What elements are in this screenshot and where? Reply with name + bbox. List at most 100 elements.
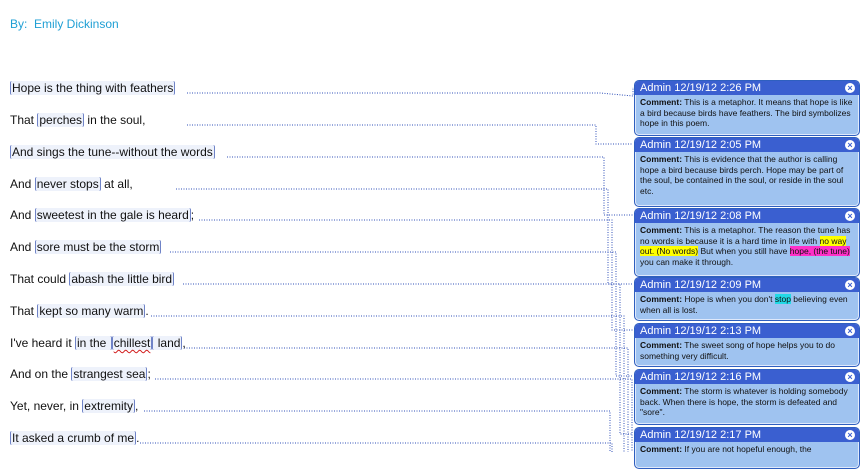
poem-text: .	[136, 431, 140, 445]
poem-text: ,	[182, 336, 186, 350]
connector-line	[144, 410, 611, 452]
connector-line	[170, 251, 633, 377]
poem-line[interactable]: And sore must be the storm	[10, 239, 162, 255]
poem-line[interactable]: And never stops at all,	[10, 176, 133, 192]
comment-text: Comment: This is a metaphor. The reason …	[635, 223, 859, 269]
comment-text: Comment: The storm is whatever is holdin…	[635, 384, 859, 420]
connector-line	[155, 378, 633, 452]
comment-author-timestamp: Admin 12/19/12 2:13 PM	[640, 325, 762, 337]
comment-author-timestamp: Admin 12/19/12 2:17 PM	[640, 429, 762, 441]
poem-text: That	[10, 304, 38, 318]
close-icon[interactable]: ×	[845, 430, 855, 440]
comment-header: Admin 12/19/12 2:17 PM ×	[635, 428, 859, 442]
comment-text: Comment: Hope is when you don't stop bel…	[635, 292, 859, 317]
comment-body-text: If you are not hopeful enough, the	[682, 444, 812, 454]
close-icon[interactable]: ×	[845, 140, 855, 150]
comment-anchor-text[interactable]: It asked a crumb of me	[10, 431, 137, 445]
poem-line[interactable]: That kept so many warm.	[10, 303, 149, 319]
comment-balloon[interactable]: Admin 12/19/12 2:09 PM × Comment: Hope is …	[634, 277, 860, 321]
comment-header: Admin 12/19/12 2:13 PM ×	[635, 324, 859, 338]
comment-anchor-text[interactable]: perches	[37, 113, 85, 127]
poem-text: And	[10, 240, 35, 254]
comment-header: Admin 12/19/12 2:05 PM ×	[635, 138, 859, 152]
poem-line[interactable]: It asked a crumb of me.	[10, 430, 139, 446]
comment-text: Comment: If you are not hopeful enough, …	[635, 442, 859, 457]
comment-text: Comment: This is evidence that the autho…	[635, 152, 859, 198]
comment-anchor-text[interactable]: kept so many warm	[37, 304, 146, 318]
connector-line	[176, 188, 633, 285]
poem-text: And	[10, 177, 35, 191]
poem-line[interactable]: And sweetest in the gale is heard;	[10, 207, 194, 223]
poem-line[interactable]: That perches in the soul,	[10, 112, 145, 128]
close-icon[interactable]: ×	[845, 280, 855, 290]
poem-text: Yet, never, in	[10, 399, 83, 413]
poem-text: in the soul,	[84, 113, 146, 127]
comment-author-timestamp: Admin 12/19/12 2:09 PM	[640, 279, 762, 291]
connector-line	[227, 156, 633, 216]
comment-label: Comment:	[640, 154, 683, 164]
close-icon[interactable]: ×	[845, 372, 855, 382]
document-page: By: Emily Dickinson Hope is the thing wi…	[0, 0, 864, 469]
highlighted-text: stop	[774, 294, 791, 304]
comment-anchor-text[interactable]: And sings the tune--without the words	[10, 145, 215, 159]
connector-line	[187, 87, 634, 97]
connector-line	[199, 219, 633, 331]
comment-author-timestamp: Admin 12/19/12 2:26 PM	[640, 82, 762, 94]
comment-balloon[interactable]: Admin 12/19/12 2:05 PM × Comment: This is …	[634, 137, 860, 207]
comment-anchor-text[interactable]: never stops	[34, 177, 101, 191]
comment-anchor-text[interactable]: land	[152, 336, 183, 350]
poem-line[interactable]: Hope is the thing with feathers	[10, 80, 176, 96]
close-icon[interactable]: ×	[845, 326, 855, 336]
poem-line[interactable]: I've heard it in the chillest land,	[10, 335, 186, 351]
connector-line	[140, 442, 613, 452]
comment-author-timestamp: Admin 12/19/12 2:08 PM	[640, 210, 762, 222]
comment-anchor-text[interactable]: strangest sea	[71, 367, 148, 381]
highlighted-text: hope, (the tune)	[789, 246, 850, 256]
comment-label: Comment:	[640, 97, 683, 107]
connector-line	[184, 347, 629, 452]
poem-text: That	[10, 113, 38, 127]
poem-text: ;	[147, 367, 151, 381]
comment-anchor-text[interactable]: abash the little bird	[69, 272, 175, 286]
poem-line[interactable]: That could abash the little bird	[10, 271, 175, 287]
comment-text: Comment: The sweet song of hope helps yo…	[635, 338, 859, 363]
comment-label: Comment:	[640, 444, 683, 454]
poem-text: That could	[10, 272, 70, 286]
comment-balloon[interactable]: Admin 12/19/12 2:17 PM × Comment: If you a…	[634, 427, 860, 469]
poem-text: ,	[134, 399, 139, 413]
connector-line	[151, 315, 625, 452]
comment-anchor-text[interactable]: sweetest in the gale is heard	[34, 208, 191, 222]
poem-line[interactable]: Yet, never, in extremity,	[10, 398, 138, 414]
poem-line[interactable]: And sings the tune--without the words	[10, 144, 215, 160]
connector-line	[187, 124, 633, 145]
poem-text: And on the	[10, 367, 72, 381]
comment-label: Comment:	[640, 340, 683, 350]
connector-line	[183, 283, 633, 435]
comment-anchor-text[interactable]: extremity	[82, 399, 135, 413]
poem-text: I've heard it	[10, 336, 75, 350]
poem-text: at all,	[100, 177, 133, 191]
comment-anchor-text[interactable]: sore must be the storm	[34, 240, 162, 254]
comment-header: Admin 12/19/12 2:09 PM ×	[635, 278, 859, 292]
comment-balloon[interactable]: Admin 12/19/12 2:16 PM × Comment: The stor…	[634, 369, 860, 425]
comment-balloon[interactable]: Admin 12/19/12 2:13 PM × Comment: The swee…	[634, 323, 860, 367]
comment-balloon[interactable]: Admin 12/19/12 2:08 PM × Comment: This is …	[634, 208, 860, 277]
poem-line[interactable]: And on the strangest sea;	[10, 366, 151, 382]
comment-body-text: But when you still have	[698, 246, 790, 256]
comment-header: Admin 12/19/12 2:08 PM ×	[635, 209, 859, 223]
author-byline: By: Emily Dickinson	[10, 17, 119, 31]
close-icon[interactable]: ×	[845, 83, 855, 93]
close-icon[interactable]: ×	[845, 211, 855, 221]
comment-author-timestamp: Admin 12/19/12 2:05 PM	[640, 139, 762, 151]
comment-header: Admin 12/19/12 2:26 PM ×	[635, 81, 859, 95]
comment-text: Comment: This is a metaphor. It means th…	[635, 95, 859, 131]
comment-body-text: Hope is when you don't	[682, 294, 775, 304]
comment-balloon[interactable]: Admin 12/19/12 2:26 PM × Comment: This is …	[634, 80, 860, 136]
comment-label: Comment:	[640, 225, 683, 235]
comment-anchor-text[interactable]: Hope is the thing with feathers	[10, 81, 176, 95]
poem-text: ;	[190, 208, 195, 222]
comment-anchor-text[interactable]: in the	[75, 336, 112, 350]
comment-body-text: you can make it through.	[640, 256, 734, 267]
comment-label: Comment:	[640, 386, 683, 396]
comment-anchor-text[interactable]: chillest	[111, 336, 153, 350]
